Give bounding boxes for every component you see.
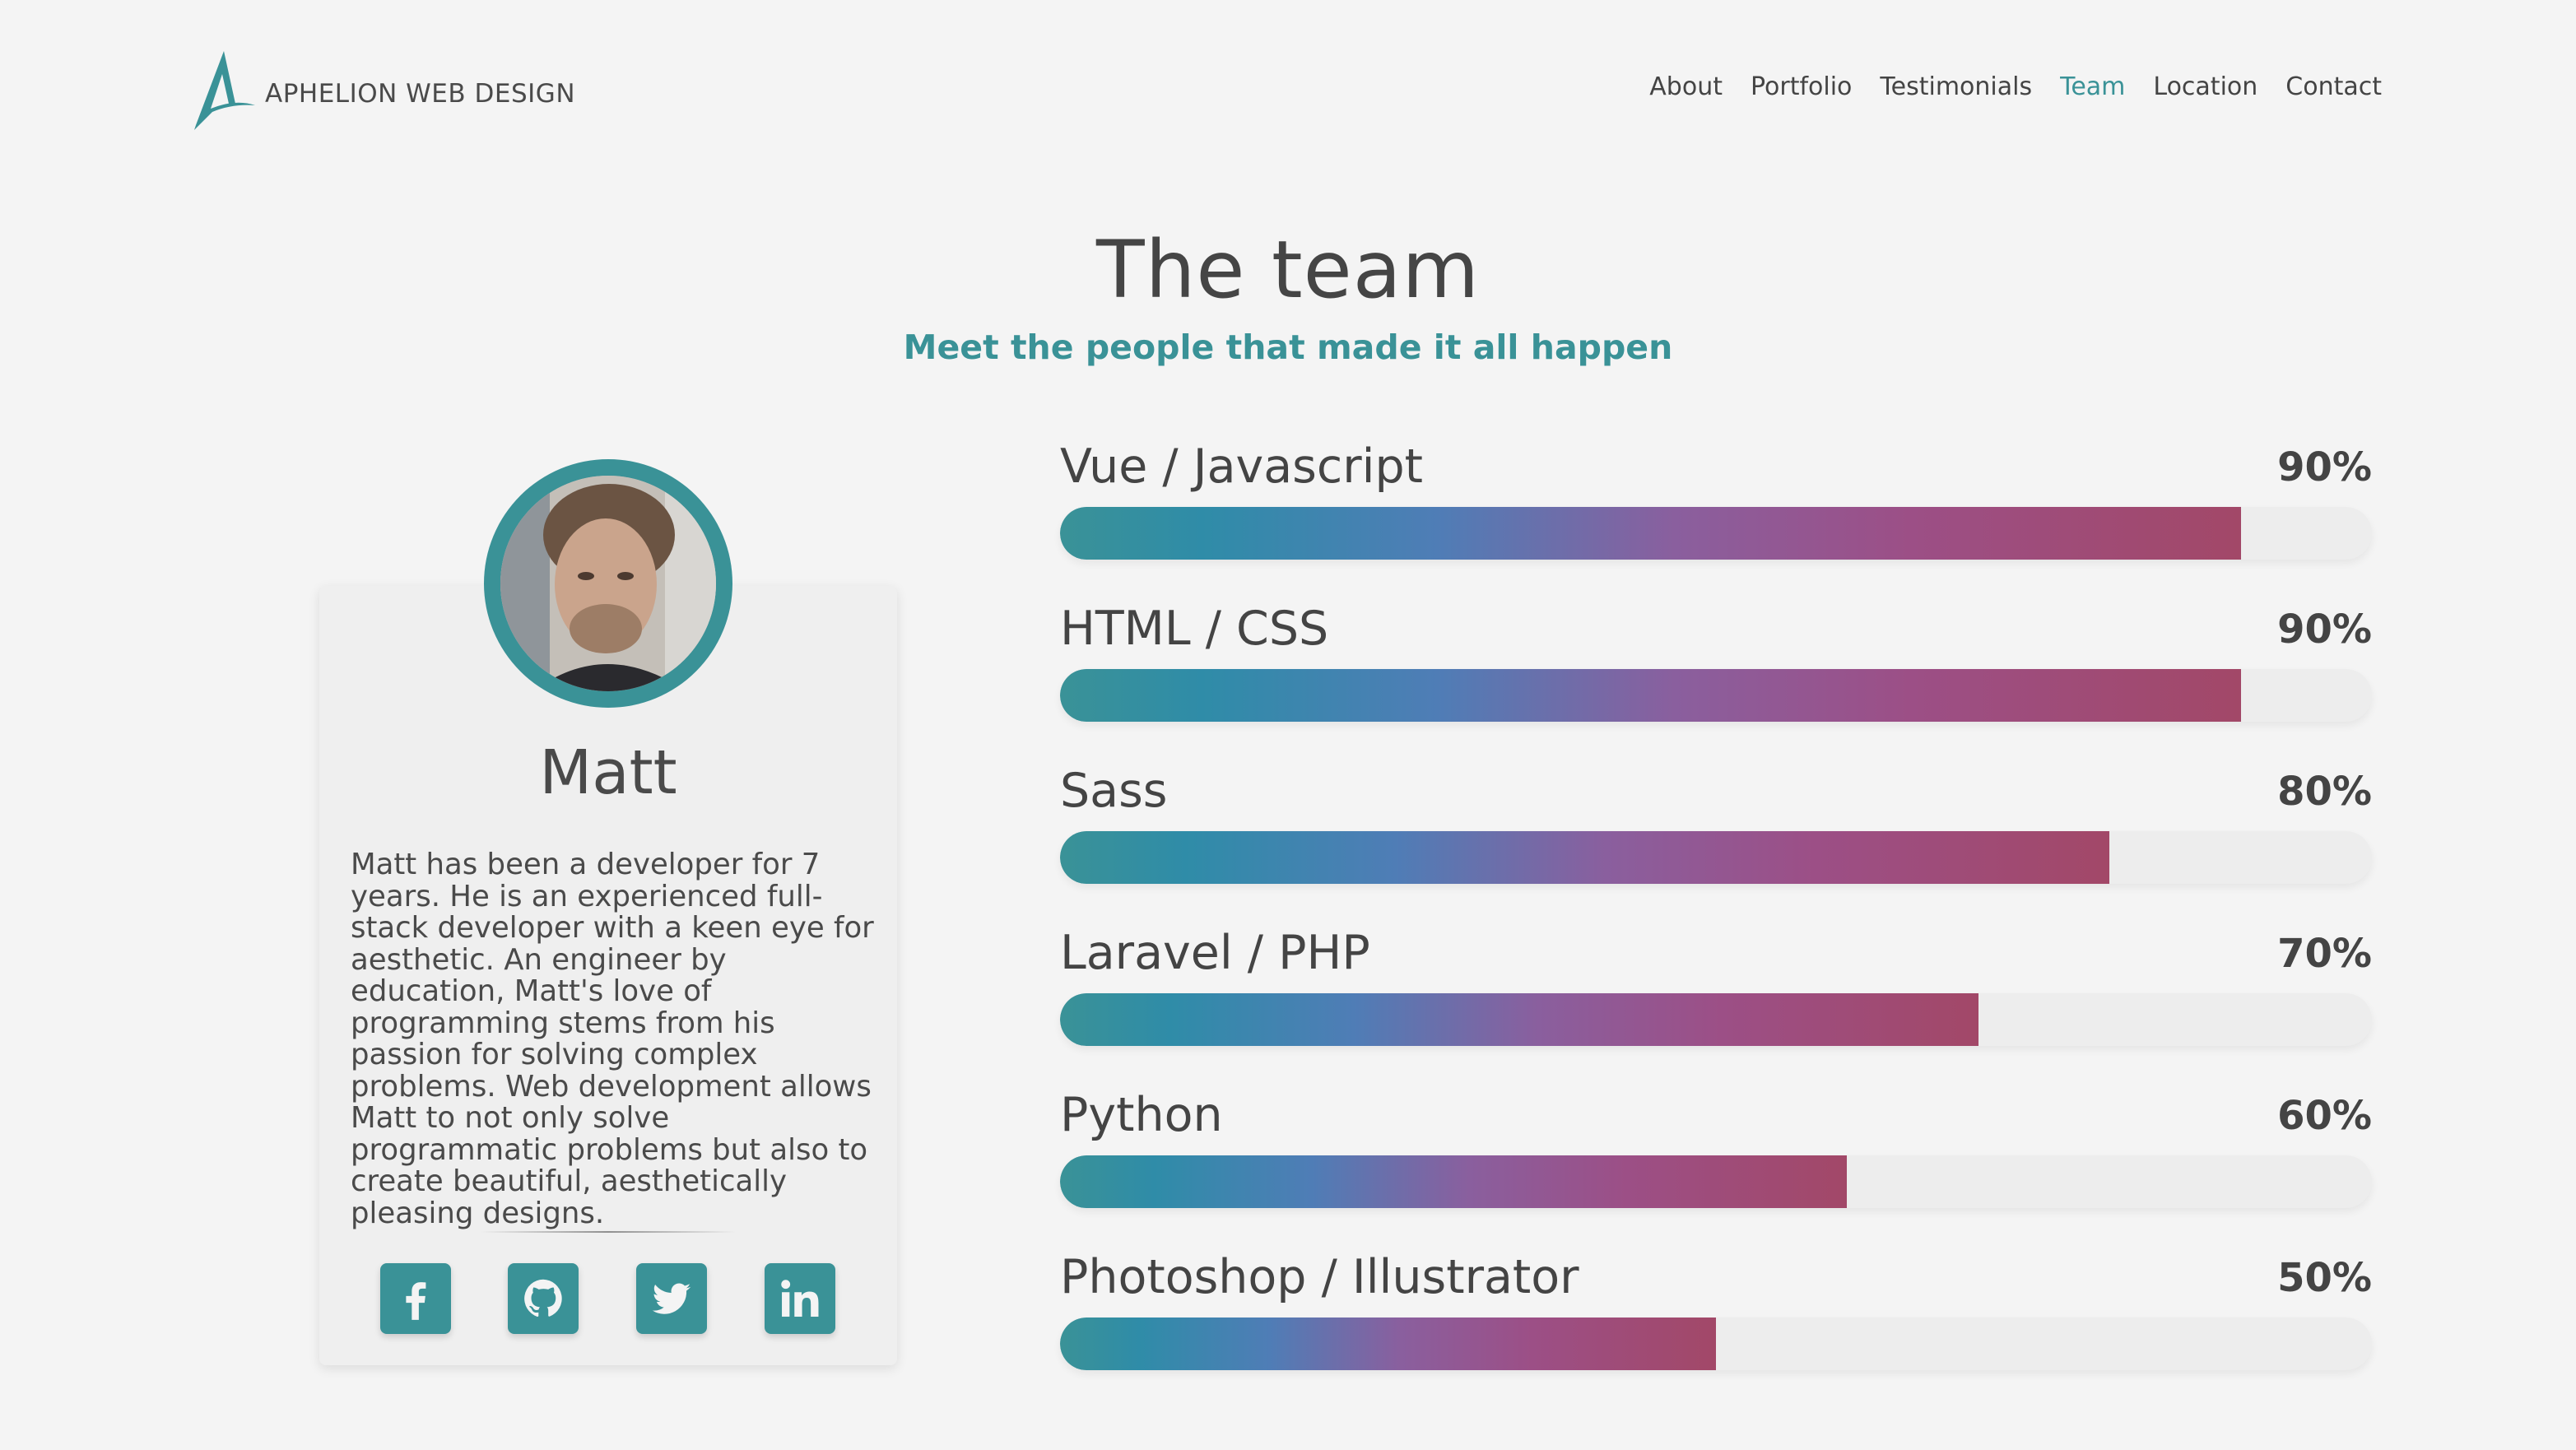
skill-bar-fill [1060, 669, 2241, 722]
skill-html-css: HTML / CSS 90% [1060, 602, 2372, 722]
brand-name: APHELION WEB DESIGN [265, 79, 576, 109]
linkedin-button[interactable] [765, 1263, 835, 1334]
skill-bar-fill [1060, 831, 2110, 884]
skill-bar-track [1060, 669, 2372, 722]
skill-photoshop-illustrator: Photoshop / Illustrator 50% [1060, 1250, 2372, 1370]
linkedin-icon [781, 1280, 819, 1317]
skill-percent: 60% [2277, 1093, 2372, 1139]
nav-link-location[interactable]: Location [2153, 72, 2257, 101]
section-title: The team [1095, 224, 1481, 316]
skill-bar-track [1060, 993, 2372, 1046]
member-bio: Matt has been a developer for 7 years. H… [351, 848, 874, 1230]
skill-name: Vue / Javascript [1060, 439, 1423, 494]
twitter-icon [652, 1283, 691, 1314]
brand-logo[interactable]: APHELION WEB DESIGN [186, 49, 575, 132]
skill-name: Laravel / PHP [1060, 926, 1370, 980]
avatar [484, 459, 732, 708]
skill-percent: 80% [2277, 769, 2372, 815]
skill-laravel-php: Laravel / PHP 70% [1060, 926, 2372, 1046]
skill-name: Sass [1060, 764, 1168, 818]
skill-percent: 90% [2277, 444, 2372, 490]
skill-bar-fill [1060, 993, 1978, 1046]
avatar-photo [500, 476, 716, 691]
skill-name: Photoshop / Illustrator [1060, 1250, 1579, 1304]
skill-percent: 90% [2277, 606, 2372, 653]
aphelion-logo-icon [194, 51, 255, 130]
nav-link-portfolio[interactable]: Portfolio [1751, 72, 1852, 101]
skill-percent: 50% [2277, 1255, 2372, 1301]
skill-python: Python 60% [1060, 1088, 2372, 1208]
skill-bar-track [1060, 831, 2372, 884]
skill-bar-fill [1060, 507, 2241, 560]
skill-vue-javascript: Vue / Javascript 90% [1060, 439, 2372, 560]
skill-bar-fill [1060, 1155, 1848, 1208]
skill-name: Python [1060, 1088, 1223, 1142]
card-divider [481, 1231, 736, 1233]
skill-bar-fill [1060, 1318, 1716, 1370]
github-icon [524, 1279, 562, 1318]
nav-link-testimonials[interactable]: Testimonials [1880, 72, 2032, 101]
section-subtitle: Meet the people that made it all happen [903, 328, 1673, 367]
skill-sass: Sass 80% [1060, 764, 2372, 884]
main-nav: About Portfolio Testimonials Team Locati… [1649, 72, 2382, 101]
nav-link-contact[interactable]: Contact [2285, 72, 2382, 101]
skill-bar-track [1060, 1318, 2372, 1370]
nav-link-about[interactable]: About [1649, 72, 1723, 101]
github-button[interactable] [508, 1263, 579, 1334]
facebook-button[interactable] [380, 1263, 451, 1334]
skill-name: HTML / CSS [1060, 602, 1329, 656]
facebook-icon [406, 1282, 426, 1320]
member-name: Matt [539, 737, 677, 808]
skill-bar-track [1060, 1155, 2372, 1208]
skill-percent: 70% [2277, 931, 2372, 977]
twitter-button[interactable] [636, 1263, 707, 1334]
nav-link-team[interactable]: Team [2060, 72, 2125, 101]
team-page: APHELION WEB DESIGN About Portfolio Test… [0, 0, 2576, 1450]
skill-bar-track [1060, 507, 2372, 560]
